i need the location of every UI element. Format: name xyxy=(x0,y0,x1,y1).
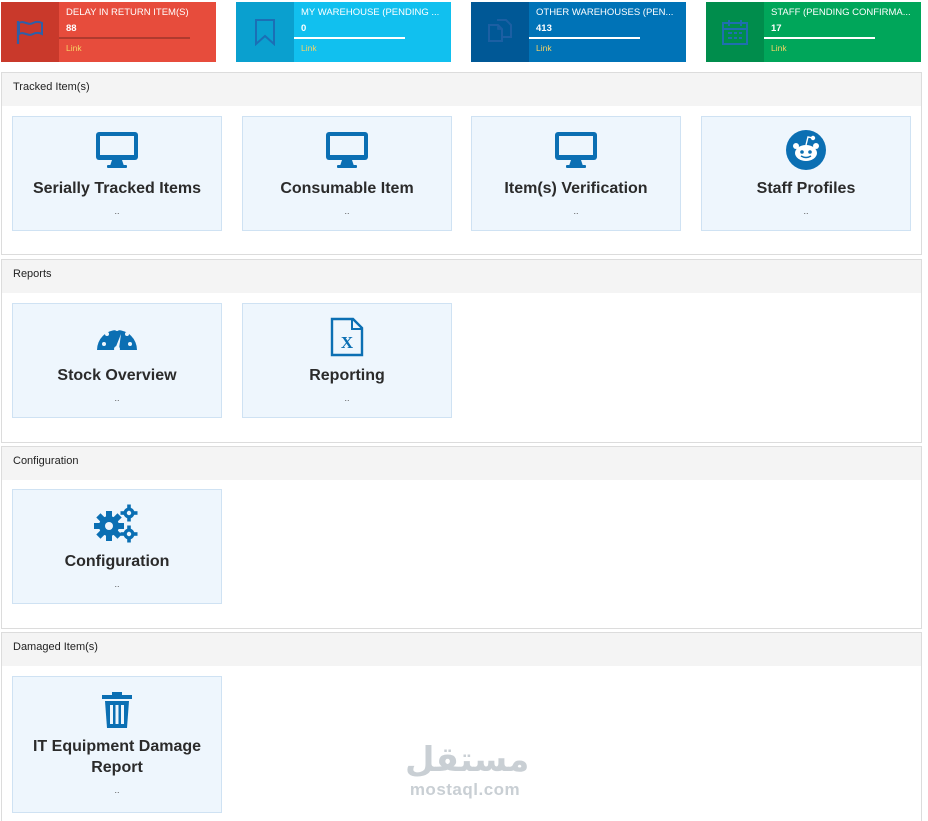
tile-configuration[interactable]: Configuration .. xyxy=(12,489,222,604)
tile-staff-profiles[interactable]: Staff Profiles .. xyxy=(701,116,911,231)
tile-subtext: .. xyxy=(344,393,350,403)
svg-text:X: X xyxy=(341,333,354,352)
tile-subtext: .. xyxy=(114,785,120,795)
section-header: Reports xyxy=(2,260,921,293)
stat-title: MY WAREHOUSE (PENDING ... xyxy=(301,7,440,18)
dashboard-gauge-icon xyxy=(13,316,221,358)
stat-count: 413 xyxy=(536,23,552,34)
monitor-icon xyxy=(243,129,451,171)
bookmark-icon xyxy=(236,2,294,62)
watermark-arabic: مستقل xyxy=(405,740,530,780)
watermark-logo: مستقل mostaql.com xyxy=(405,740,530,800)
tile-serially-tracked-items[interactable]: Serially Tracked Items .. xyxy=(12,116,222,231)
stat-progress-bar xyxy=(294,37,406,39)
stat-card-my-warehouse[interactable]: MY WAREHOUSE (PENDING ... 0 Link xyxy=(236,2,451,62)
tile-label: Staff Profiles xyxy=(756,180,856,197)
trash-icon xyxy=(13,689,221,731)
stat-link[interactable]: Link xyxy=(536,43,552,53)
monitor-icon xyxy=(472,129,680,171)
calendar-icon xyxy=(706,2,764,62)
tile-label: Item(s) Verification xyxy=(504,180,648,197)
section-reports: Reports Stock Overview .. X Reporting .. xyxy=(1,259,922,443)
tile-label: Configuration xyxy=(64,553,170,570)
section-header: Tracked Item(s) xyxy=(2,73,921,106)
stat-count: 88 xyxy=(66,23,77,34)
section-header: Configuration xyxy=(2,447,921,480)
tile-reporting[interactable]: X Reporting .. xyxy=(242,303,452,418)
stat-title: STAFF (PENDING CONFIRMA... xyxy=(771,7,911,18)
tile-stock-overview[interactable]: Stock Overview .. xyxy=(12,303,222,418)
tile-label: IT Equipment Damage Report xyxy=(32,738,202,776)
section-header: Damaged Item(s) xyxy=(2,633,921,666)
excel-file-icon: X xyxy=(243,316,451,358)
stat-title: OTHER WAREHOUSES (PEN... xyxy=(536,7,674,18)
tile-it-equipment-damage-report[interactable]: IT Equipment Damage Report .. xyxy=(12,676,222,813)
tile-subtext: .. xyxy=(803,206,809,216)
monitor-icon xyxy=(13,129,221,171)
tile-subtext: .. xyxy=(573,206,579,216)
tile-label: Stock Overview xyxy=(57,367,177,384)
tile-label: Serially Tracked Items xyxy=(32,180,202,197)
tile-label: Reporting xyxy=(309,367,385,384)
watermark-latin: mostaql.com xyxy=(409,780,521,799)
stat-link[interactable]: Link xyxy=(66,43,82,53)
tile-subtext: .. xyxy=(344,206,350,216)
tile-subtext: .. xyxy=(114,579,120,589)
stat-progress-bar xyxy=(529,37,641,39)
tile-item-verification[interactable]: Item(s) Verification .. xyxy=(471,116,681,231)
copy-icon xyxy=(471,2,529,62)
stat-progress-bar xyxy=(59,37,190,39)
section-tracked-items: Tracked Item(s) Serially Tracked Items .… xyxy=(1,72,922,255)
stat-title: DELAY IN RETURN ITEM(S) xyxy=(66,7,189,18)
gears-icon xyxy=(13,502,221,544)
reddit-icon xyxy=(702,129,910,171)
flag-icon xyxy=(1,2,59,62)
stat-card-other-warehouses[interactable]: OTHER WAREHOUSES (PEN... 413 Link xyxy=(471,2,686,62)
stat-count: 0 xyxy=(301,23,307,34)
tile-consumable-item[interactable]: Consumable Item .. xyxy=(242,116,452,231)
tile-subtext: .. xyxy=(114,393,120,403)
stat-progress-bar xyxy=(764,37,876,39)
stat-link[interactable]: Link xyxy=(301,43,317,53)
stat-card-staff-pending[interactable]: STAFF (PENDING CONFIRMA... 17 Link xyxy=(706,2,921,62)
stat-count: 17 xyxy=(771,23,782,34)
stat-link[interactable]: Link xyxy=(771,43,787,53)
tile-subtext: .. xyxy=(114,206,120,216)
section-configuration: Configuration Configuration .. xyxy=(1,446,922,629)
stat-card-delay-return[interactable]: DELAY IN RETURN ITEM(S) 88 Link xyxy=(1,2,216,62)
tile-label: Consumable Item xyxy=(280,180,414,197)
